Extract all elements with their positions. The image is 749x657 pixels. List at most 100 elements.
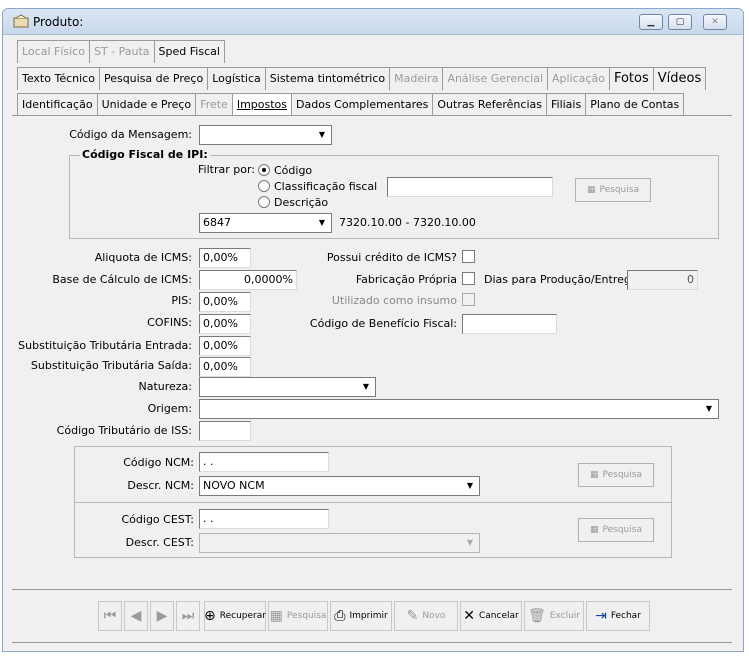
trash-icon: 🗑 bbox=[528, 608, 546, 624]
ncm-label: Código NCM: bbox=[123, 456, 194, 469]
iss-field[interactable] bbox=[199, 421, 251, 441]
first-record-icon[interactable]: ⏮ bbox=[98, 601, 122, 631]
fabricacao-label: Fabricação Própria bbox=[355, 273, 457, 286]
minimize-icon[interactable]: ▁ bbox=[639, 14, 663, 30]
filtrar-label: Filtrar por: bbox=[198, 163, 255, 176]
credito-icms-checkbox[interactable] bbox=[462, 250, 475, 263]
maximize-icon[interactable]: ▢ bbox=[668, 14, 692, 30]
iss-label: Código Tributário de ISS: bbox=[56, 424, 192, 437]
cancelar-button[interactable]: ✕ Cancelar bbox=[460, 601, 522, 631]
imprimir-button[interactable]: ⎙ Imprimir bbox=[330, 601, 392, 631]
tab-outras-referencias[interactable]: Outras Referências bbox=[432, 93, 547, 116]
product-icon bbox=[13, 14, 29, 28]
grid-icon: ▦ bbox=[590, 470, 599, 480]
tab-row-1: Local Físico ST - Pauta Sped Fiscal bbox=[17, 40, 225, 63]
tab-aplicacao[interactable]: Aplicação bbox=[547, 67, 610, 90]
exit-door-icon: ⇥ bbox=[595, 608, 607, 624]
tab-impostos[interactable]: Impostos bbox=[231, 93, 293, 116]
descr-ncm-label: Descr. NCM: bbox=[127, 479, 194, 492]
aliquota-icms-field[interactable]: 0,00% bbox=[199, 248, 251, 268]
descr-cest-label: Descr. CEST: bbox=[125, 536, 194, 549]
recuperar-button[interactable]: ⊕ Recuperar bbox=[204, 601, 266, 631]
last-record-icon[interactable]: ⏭ bbox=[176, 601, 200, 631]
pis-field[interactable]: 0,00% bbox=[199, 292, 251, 312]
chevron-down-icon[interactable]: ▼ bbox=[462, 535, 478, 551]
chevron-down-icon[interactable]: ▼ bbox=[314, 215, 330, 231]
chevron-down-icon[interactable]: ▼ bbox=[314, 127, 330, 143]
tab-dados-complementares[interactable]: Dados Complementares bbox=[291, 93, 434, 116]
radio-classificacao-label: Classificação fiscal bbox=[274, 180, 378, 193]
tab-logistica[interactable]: Logística bbox=[207, 67, 266, 90]
base-calculo-field[interactable]: 0,0000% bbox=[199, 270, 297, 290]
tab-sistema-tintometrico[interactable]: Sistema tintométrico bbox=[264, 67, 391, 90]
dias-producao-label: Dias para Produção/Entrega: bbox=[484, 273, 642, 286]
chevron-down-icon[interactable]: ▼ bbox=[462, 478, 478, 494]
ncm-cest-divider bbox=[74, 502, 672, 503]
cancel-x-icon: ✕ bbox=[463, 608, 475, 624]
tab-st-pauta[interactable]: ST - Pauta bbox=[88, 40, 155, 63]
st-entrada-field[interactable]: 0,00% bbox=[199, 336, 251, 356]
close-icon[interactable]: ✕ bbox=[703, 14, 727, 30]
st-entrada-label: Substituição Tributária Entrada: bbox=[18, 339, 192, 352]
tab-frete[interactable]: Frete bbox=[195, 93, 233, 116]
tab-texto-tecnico[interactable]: Texto Técnico bbox=[17, 67, 100, 90]
grid-icon: ▦ bbox=[587, 185, 596, 195]
codigo-mensagem-combo[interactable]: ▼ bbox=[199, 125, 332, 145]
next-record-icon[interactable]: ▶ bbox=[150, 601, 174, 631]
tab-videos[interactable]: Vídeos bbox=[652, 67, 707, 90]
filtro-input[interactable] bbox=[387, 177, 553, 197]
previous-record-icon[interactable]: ◀ bbox=[124, 601, 148, 631]
cest-field[interactable]: . . bbox=[199, 509, 329, 529]
window-title: Produto: bbox=[33, 15, 84, 29]
dias-producao-field[interactable]: 0 bbox=[627, 270, 698, 290]
novo-button[interactable]: ✎ Novo bbox=[394, 601, 458, 631]
beneficio-field[interactable] bbox=[462, 314, 557, 334]
origem-combo[interactable]: ▼ bbox=[199, 399, 719, 419]
impostos-panel: Código da Mensagem: ▼ Código Fiscal de I… bbox=[12, 115, 732, 590]
radio-codigo[interactable] bbox=[258, 164, 270, 176]
descr-cest-combo[interactable]: ▼ bbox=[199, 533, 480, 553]
ipi-pesquisa-button[interactable]: ▦ Pesquisa bbox=[575, 178, 651, 202]
fechar-button[interactable]: ⇥ Fechar bbox=[586, 601, 650, 631]
bottom-toolbar: ⏮ ◀ ▶ ⏭ ⊕ Recuperar ▦ Pesquisa ⎙ Imprimir ✎… bbox=[12, 589, 732, 643]
tab-pesquisa-de-preco[interactable]: Pesquisa de Preço bbox=[98, 67, 209, 90]
tab-filiais[interactable]: Filiais bbox=[545, 93, 587, 116]
natureza-combo[interactable]: ▼ bbox=[199, 377, 376, 397]
tab-plano-de-contas[interactable]: Plano de Contas bbox=[585, 93, 685, 116]
tab-unidade-e-preco[interactable]: Unidade e Preço bbox=[96, 93, 197, 116]
radio-descricao[interactable] bbox=[258, 196, 270, 208]
chevron-down-icon[interactable]: ▼ bbox=[701, 401, 717, 417]
grid-icon: ▦ bbox=[590, 525, 599, 535]
title-bar: Produto: ▁ ▢ ✕ bbox=[3, 9, 743, 35]
tab-local-fisico[interactable]: Local Físico bbox=[17, 40, 90, 63]
tab-row-2: Texto Técnico Pesquisa de Preço Logística S… bbox=[17, 67, 707, 90]
ipi-group-title: Código Fiscal de IPI: bbox=[80, 148, 210, 161]
tab-sped-fiscal[interactable]: Sped Fiscal bbox=[153, 40, 225, 63]
insumo-checkbox[interactable] bbox=[462, 293, 475, 306]
radio-codigo-label: Código bbox=[274, 164, 313, 177]
ncm-field[interactable]: . . bbox=[199, 452, 329, 472]
descr-ncm-combo[interactable]: NOVO NCM ▼ bbox=[199, 476, 480, 496]
pesquisa-button[interactable]: ▦ Pesquisa bbox=[268, 601, 328, 631]
tab-madeira[interactable]: Madeira bbox=[389, 67, 444, 90]
radio-classificacao[interactable] bbox=[258, 180, 270, 192]
cest-label: Código CEST: bbox=[121, 513, 195, 526]
tab-analise-gerencial[interactable]: Análise Gerencial bbox=[442, 67, 548, 90]
st-saida-field[interactable]: 0,00% bbox=[199, 357, 251, 377]
ipi-code-combo[interactable]: 6847 ▼ bbox=[199, 213, 332, 233]
chevron-down-icon[interactable]: ▼ bbox=[358, 379, 374, 395]
pis-label: PIS: bbox=[171, 294, 192, 307]
printer-icon: ⎙ bbox=[334, 608, 346, 624]
cest-pesquisa-button[interactable]: ▦ Pesquisa bbox=[578, 518, 654, 542]
new-record-icon: ✎ bbox=[406, 608, 419, 624]
tab-row-3: Identificação Unidade e Preço Frete Imposto… bbox=[17, 93, 685, 116]
ncm-pesquisa-button[interactable]: ▦ Pesquisa bbox=[578, 463, 654, 487]
tab-fotos[interactable]: Fotos bbox=[608, 67, 654, 90]
natureza-label: Natureza: bbox=[138, 380, 192, 393]
codigo-mensagem-label: Código da Mensagem: bbox=[69, 128, 192, 141]
radio-descricao-label: Descrição bbox=[274, 196, 329, 209]
tab-identificacao[interactable]: Identificação bbox=[17, 93, 98, 116]
cofins-field[interactable]: 0,00% bbox=[199, 314, 251, 334]
excluir-button[interactable]: 🗑 Excluir bbox=[524, 601, 584, 631]
fabricacao-checkbox[interactable] bbox=[462, 272, 475, 285]
